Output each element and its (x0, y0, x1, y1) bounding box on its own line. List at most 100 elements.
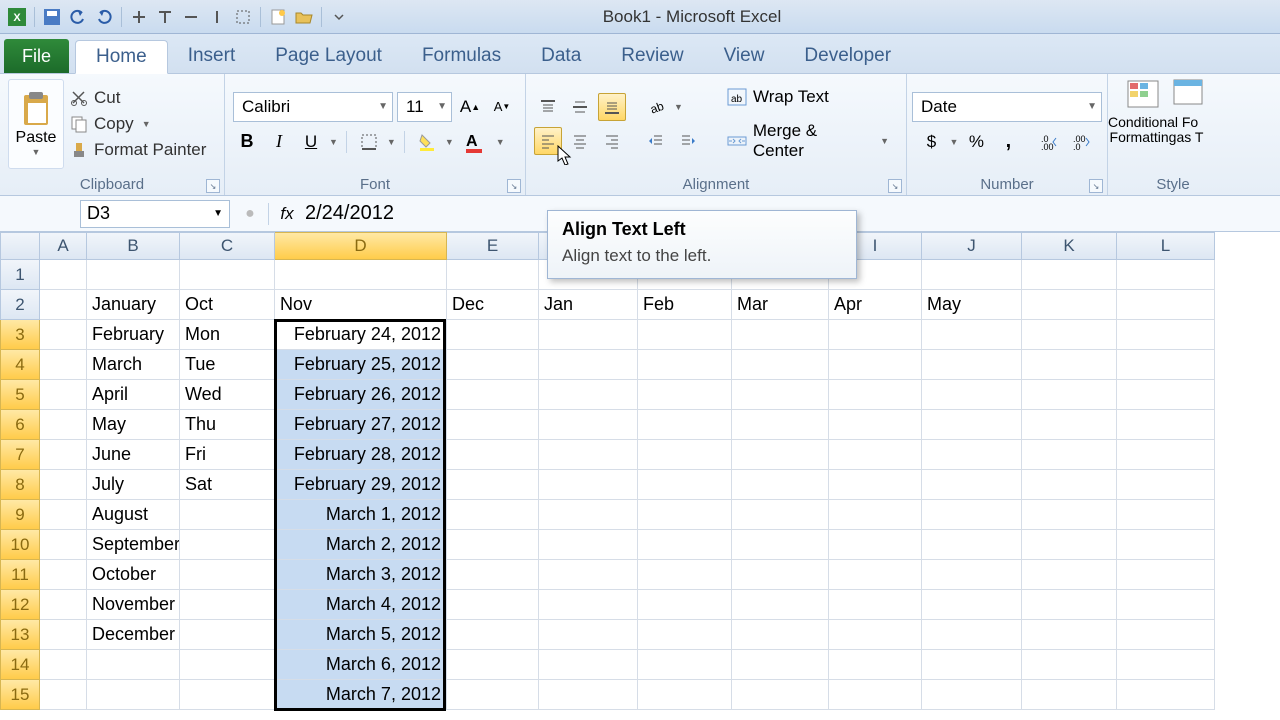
row-header[interactable]: 5 (0, 380, 40, 410)
cell[interactable] (829, 380, 922, 410)
cell[interactable] (447, 560, 539, 590)
tab-review[interactable]: Review (601, 39, 703, 73)
save-icon[interactable] (41, 6, 63, 28)
decrease-indent-button[interactable] (642, 127, 670, 155)
cell[interactable]: February (87, 320, 180, 350)
align-right-button[interactable] (598, 127, 626, 155)
cell[interactable] (1117, 440, 1215, 470)
column-header[interactable]: L (1117, 232, 1215, 260)
paste-button[interactable]: Paste ▼ (8, 79, 64, 169)
cell[interactable]: February 24, 2012 (275, 320, 447, 350)
cell[interactable]: May (922, 290, 1022, 320)
cell[interactable]: November (87, 590, 180, 620)
cell[interactable] (539, 530, 638, 560)
cell[interactable] (539, 410, 638, 440)
cell[interactable] (638, 470, 732, 500)
shrink-font-button[interactable]: A▼ (488, 93, 516, 121)
cell[interactable] (829, 680, 922, 710)
cell[interactable] (732, 530, 829, 560)
italic-button[interactable]: I (265, 128, 293, 156)
cell[interactable] (922, 320, 1022, 350)
alignment-dialog-launcher[interactable]: ↘ (888, 179, 902, 193)
underline-button[interactable]: U (297, 128, 325, 156)
font-dialog-launcher[interactable]: ↘ (507, 179, 521, 193)
cell[interactable] (40, 500, 87, 530)
cell[interactable] (539, 320, 638, 350)
borders-4-icon[interactable] (206, 6, 228, 28)
conditional-formatting-button[interactable]: Conditional Formatting (1116, 79, 1170, 169)
cell[interactable] (732, 320, 829, 350)
clipboard-dialog-launcher[interactable]: ↘ (206, 179, 220, 193)
cell[interactable] (922, 410, 1022, 440)
cell[interactable] (40, 320, 87, 350)
cell[interactable]: March 6, 2012 (275, 650, 447, 680)
cell[interactable] (638, 440, 732, 470)
borders-2-icon[interactable] (154, 6, 176, 28)
row-header[interactable]: 10 (0, 530, 40, 560)
cell[interactable]: September (87, 530, 180, 560)
align-center-button[interactable] (566, 127, 594, 155)
cell[interactable]: Oct (180, 290, 275, 320)
tab-home[interactable]: Home (75, 40, 168, 74)
cell[interactable] (829, 560, 922, 590)
cell[interactable]: Thu (180, 410, 275, 440)
cell[interactable] (638, 410, 732, 440)
cell[interactable] (447, 500, 539, 530)
column-header[interactable]: C (180, 232, 275, 260)
cell[interactable] (1117, 320, 1215, 350)
cell[interactable]: March 5, 2012 (275, 620, 447, 650)
cell[interactable] (180, 260, 275, 290)
cell[interactable] (829, 350, 922, 380)
cell[interactable] (447, 470, 539, 500)
cell[interactable] (1022, 320, 1117, 350)
cell[interactable] (539, 500, 638, 530)
cell[interactable] (180, 680, 275, 710)
tab-view[interactable]: View (704, 39, 785, 73)
cell[interactable] (447, 530, 539, 560)
cell[interactable] (539, 680, 638, 710)
cell[interactable] (40, 650, 87, 680)
tab-insert[interactable]: Insert (168, 39, 256, 73)
column-header[interactable]: K (1022, 232, 1117, 260)
cell[interactable] (922, 350, 1022, 380)
cell[interactable] (40, 410, 87, 440)
cell[interactable] (922, 680, 1022, 710)
row-header[interactable]: 1 (0, 260, 40, 290)
cell[interactable] (1117, 410, 1215, 440)
font-size-combo[interactable]: 11▼ (397, 92, 452, 122)
wrap-text-button[interactable]: abWrap Text (718, 83, 898, 111)
cell[interactable] (829, 440, 922, 470)
align-bottom-button[interactable] (598, 93, 626, 121)
cell[interactable] (40, 380, 87, 410)
cell[interactable] (638, 650, 732, 680)
cell[interactable]: January (87, 290, 180, 320)
cell[interactable] (447, 440, 539, 470)
row-header[interactable]: 14 (0, 650, 40, 680)
cell[interactable] (638, 320, 732, 350)
cell[interactable] (829, 590, 922, 620)
cell[interactable] (40, 560, 87, 590)
cell[interactable] (1117, 680, 1215, 710)
row-header[interactable]: 8 (0, 470, 40, 500)
cell[interactable]: July (87, 470, 180, 500)
cell[interactable]: Tue (180, 350, 275, 380)
column-header[interactable]: E (447, 232, 539, 260)
cell[interactable] (1022, 500, 1117, 530)
cell[interactable] (922, 560, 1022, 590)
format-as-table-button[interactable]: Foas T (1170, 79, 1210, 169)
cell[interactable] (1022, 470, 1117, 500)
cell[interactable] (732, 470, 829, 500)
row-header[interactable]: 3 (0, 320, 40, 350)
align-left-button[interactable] (534, 127, 562, 155)
cell[interactable]: February 25, 2012 (275, 350, 447, 380)
cell[interactable] (638, 560, 732, 590)
row-header[interactable]: 6 (0, 410, 40, 440)
cell[interactable] (539, 650, 638, 680)
cell[interactable] (638, 530, 732, 560)
cell[interactable] (638, 590, 732, 620)
cell[interactable]: March 7, 2012 (275, 680, 447, 710)
cell[interactable] (447, 410, 539, 440)
merge-center-button[interactable]: Merge & Center▼ (718, 117, 898, 165)
cell[interactable] (732, 350, 829, 380)
tab-data[interactable]: Data (521, 39, 601, 73)
